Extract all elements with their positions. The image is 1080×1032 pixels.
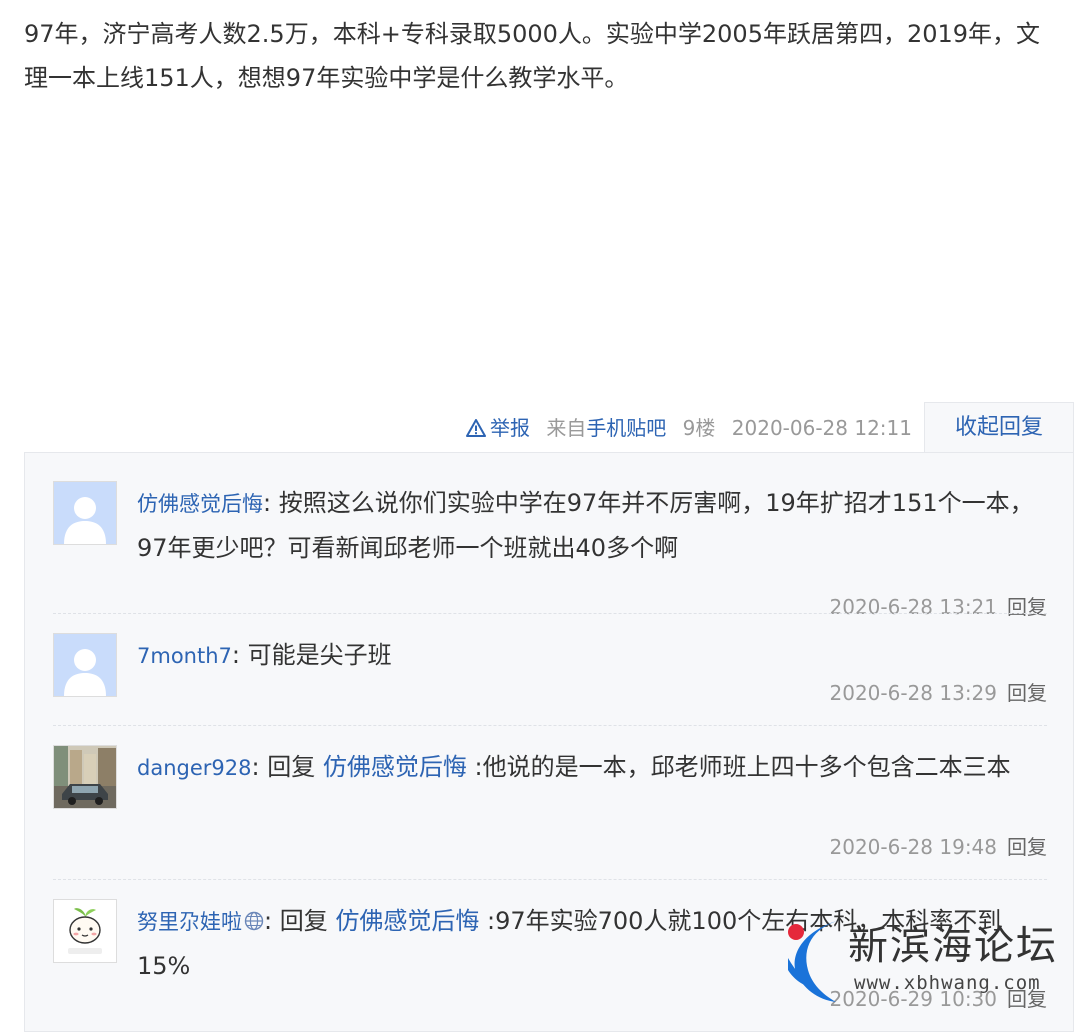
warning-icon — [465, 419, 486, 437]
user-avatar[interactable] — [53, 899, 117, 963]
reply-footer: 2020-6-28 19:48 回复 — [830, 831, 1048, 863]
reply-time: 2020-6-28 13:21 — [829, 595, 998, 619]
watermark-title: 新滨海论坛 — [848, 923, 1058, 969]
globe-icon — [244, 911, 264, 931]
reply-content: 仿佛感觉后悔: 按照这么说你们实验中学在97年并不厉害啊，19年扩招才151个一… — [137, 481, 1047, 570]
floor-number: 9楼 — [682, 416, 716, 440]
collapse-replies-button[interactable]: 收起回复 — [924, 402, 1074, 452]
report-label: 举报 — [489, 416, 530, 440]
reply-text: :他说的是一本，邱老师班上四十多个包含二本三本 — [474, 753, 1011, 781]
user-avatar[interactable] — [53, 633, 117, 697]
street-car-photo-avatar — [54, 746, 116, 808]
reply-button[interactable]: 回复 — [1007, 835, 1047, 859]
user-avatar[interactable] — [53, 745, 117, 809]
reply-button[interactable]: 回复 — [1007, 681, 1047, 705]
reply-button[interactable]: 回复 — [1007, 595, 1047, 619]
reply-footer: 2020-6-28 13:21 回复 — [830, 591, 1048, 623]
reply-time: 2020-6-28 19:48 — [829, 835, 998, 859]
reply-text: 可能是尖子班 — [247, 641, 392, 669]
site-logo-icon — [788, 920, 840, 1002]
reply-content: danger928: 回复 仿佛感觉后悔 :他说的是一本，邱老师班上四十多个包含… — [137, 745, 1047, 790]
reply-colon: : — [264, 907, 280, 935]
reply-colon: : — [263, 489, 279, 517]
watermark-domain: www.xbhwang.com — [854, 972, 1041, 994]
reply-username[interactable]: danger928 — [137, 756, 251, 780]
source-prefix: 来自 — [546, 416, 587, 440]
reply-footer: 2020-6-28 13:29 回复 — [830, 677, 1048, 709]
reply-content: 7month7: 可能是尖子班 — [137, 633, 1047, 678]
reply-item: danger928: 回复 仿佛感觉后悔 :他说的是一本，邱老师班上四十多个包含… — [53, 745, 1047, 865]
reply-divider — [53, 725, 1047, 726]
reply-to-username[interactable]: 仿佛感觉后悔 — [323, 753, 467, 781]
post-tail-meta: 举报 来自手机贴吧 9楼 2020-06-28 12:11 — [465, 412, 912, 444]
post-tail: 举报 来自手机贴吧 9楼 2020-06-28 12:11 收起回复 — [0, 402, 1080, 452]
post-content: 97年，济宁高考人数2.5万，本科+专科录取5000人。实验中学2005年跃居第… — [24, 20, 1041, 92]
reply-item: 7month7: 可能是尖子班 2020-6-28 13:29 回复 — [53, 633, 1047, 709]
cartoon-sprout-avatar — [54, 900, 116, 962]
reply-colon: : — [251, 753, 268, 781]
report-link[interactable]: 举报 — [465, 416, 536, 440]
default-avatar-icon — [54, 482, 116, 544]
reply-colon: : — [231, 641, 248, 669]
default-avatar-icon — [54, 634, 116, 696]
reply-to-username[interactable]: 仿佛感觉后悔 — [335, 907, 479, 935]
site-watermark: 新滨海论坛 www.xbhwang.com — [782, 910, 1072, 1016]
reply-username[interactable]: 仿佛感觉后悔 — [137, 492, 263, 516]
reply-time: 2020-6-28 13:29 — [829, 681, 998, 705]
reply-divider — [53, 879, 1047, 880]
post-source: 来自手机贴吧 — [546, 416, 666, 440]
reply-username[interactable]: 努里尕娃啦 — [137, 910, 242, 934]
user-avatar[interactable] — [53, 481, 117, 545]
reply-username[interactable]: 7month7 — [137, 644, 232, 668]
reply-prefix: 回复 — [267, 753, 316, 781]
source-client-link[interactable]: 手机贴吧 — [586, 416, 666, 440]
reply-divider — [53, 613, 1047, 614]
reply-item: 仿佛感觉后悔: 按照这么说你们实验中学在97年并不厉害啊，19年扩招才151个一… — [53, 481, 1047, 619]
post-time: 2020-06-28 12:11 — [731, 416, 912, 440]
reply-prefix: 回复 — [279, 907, 328, 935]
